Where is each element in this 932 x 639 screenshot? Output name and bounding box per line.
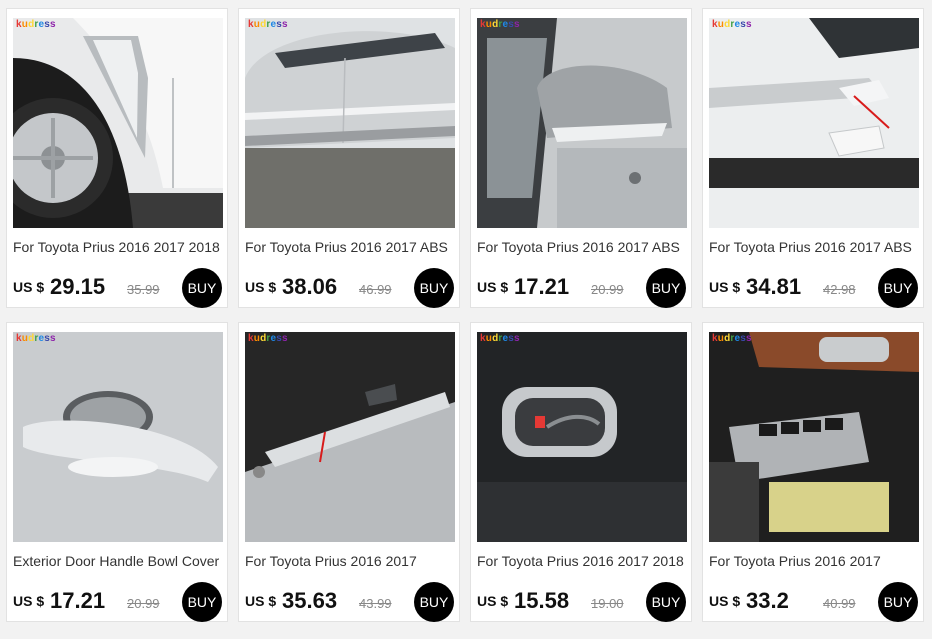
product-title[interactable]: For Toyota Prius 2016 2017 ABS bbox=[709, 239, 921, 255]
buy-button[interactable]: BUY bbox=[182, 268, 222, 308]
product-card[interactable]: kudress Exterior Door Handle Bowl Cover … bbox=[6, 322, 228, 622]
product-image[interactable]: kudress bbox=[709, 18, 919, 228]
product-title[interactable]: For Toyota Prius 2016 2017 bbox=[709, 553, 921, 569]
product-price: 34.81 bbox=[746, 274, 802, 299]
original-price: 20.99 bbox=[591, 282, 624, 297]
buy-button[interactable]: BUY bbox=[414, 268, 454, 308]
original-price: 43.99 bbox=[359, 596, 392, 611]
currency-label: US $ bbox=[13, 593, 45, 609]
product-card[interactable]: kudress For Toyota Prius 2016 2017 US $ … bbox=[238, 322, 460, 622]
buy-button[interactable]: BUY bbox=[182, 582, 222, 622]
product-image[interactable]: kudress bbox=[477, 18, 687, 228]
product-price: 17.21 bbox=[514, 274, 570, 299]
brand-logo: kudress bbox=[248, 333, 288, 344]
product-price: 29.15 bbox=[50, 274, 106, 299]
product-price: 33.2 bbox=[746, 588, 789, 613]
product-price: 35.63 bbox=[282, 588, 338, 613]
brand-logo: kudress bbox=[712, 333, 752, 344]
product-title[interactable]: For Toyota Prius 2016 2017 ABS bbox=[477, 239, 689, 255]
product-image[interactable]: kudress bbox=[13, 332, 223, 542]
product-price: 15.58 bbox=[514, 588, 570, 613]
product-image[interactable]: kudress bbox=[477, 332, 687, 542]
product-card[interactable]: kudress For Toyota Prius 2016 2017 ABS U… bbox=[470, 8, 692, 308]
brand-logo: kudress bbox=[16, 19, 56, 30]
currency-label: US $ bbox=[709, 279, 741, 295]
product-image[interactable]: kudress bbox=[245, 18, 455, 228]
product-price: 17.21 bbox=[50, 588, 106, 613]
product-card[interactable]: kudress For Toyota Prius 2016 2017 US $ … bbox=[702, 322, 924, 622]
buy-button[interactable]: BUY bbox=[414, 582, 454, 622]
buy-button[interactable]: BUY bbox=[646, 582, 686, 622]
buy-button[interactable]: BUY bbox=[878, 268, 918, 308]
currency-label: US $ bbox=[709, 593, 741, 609]
currency-label: US $ bbox=[477, 279, 509, 295]
product-grid: kudress For Toyota Prius 2016 2017 2018 … bbox=[0, 0, 932, 639]
product-card[interactable]: kudress For Toyota Prius 2016 2017 2018 … bbox=[6, 8, 228, 308]
original-price: 35.99 bbox=[127, 282, 160, 297]
product-title[interactable]: For Toyota Prius 2016 2017 bbox=[245, 553, 457, 569]
original-price: 20.99 bbox=[127, 596, 160, 611]
original-price: 40.99 bbox=[823, 596, 856, 611]
product-title[interactable]: For Toyota Prius 2016 2017 2018 bbox=[477, 553, 689, 569]
original-price: 42.98 bbox=[823, 282, 856, 297]
brand-logo: kudress bbox=[480, 19, 520, 30]
currency-label: US $ bbox=[477, 593, 509, 609]
brand-logo: kudress bbox=[712, 19, 752, 30]
product-title[interactable]: For Toyota Prius 2016 2017 2018 bbox=[13, 239, 225, 255]
currency-label: US $ bbox=[245, 279, 277, 295]
product-image[interactable]: kudress bbox=[245, 332, 455, 542]
product-card[interactable]: kudress For Toyota Prius 2016 2017 ABS U… bbox=[702, 8, 924, 308]
product-title[interactable]: Exterior Door Handle Bowl Cover bbox=[13, 553, 225, 569]
currency-label: US $ bbox=[245, 593, 277, 609]
product-card[interactable]: kudress For Toyota Prius 2016 2017 ABS U… bbox=[238, 8, 460, 308]
buy-button[interactable]: BUY bbox=[646, 268, 686, 308]
product-price: 38.06 bbox=[282, 274, 338, 299]
currency-label: US $ bbox=[13, 279, 45, 295]
product-image[interactable]: kudress bbox=[13, 18, 223, 228]
original-price: 19.00 bbox=[591, 596, 624, 611]
brand-logo: kudress bbox=[248, 19, 288, 30]
original-price: 46.99 bbox=[359, 282, 392, 297]
product-image[interactable]: kudress bbox=[709, 332, 919, 542]
brand-logo: kudress bbox=[480, 333, 520, 344]
product-card[interactable]: kudress For Toyota Prius 2016 2017 2018 … bbox=[470, 322, 692, 622]
product-title[interactable]: For Toyota Prius 2016 2017 ABS bbox=[245, 239, 457, 255]
buy-button[interactable]: BUY bbox=[878, 582, 918, 622]
brand-logo: kudress bbox=[16, 333, 56, 344]
